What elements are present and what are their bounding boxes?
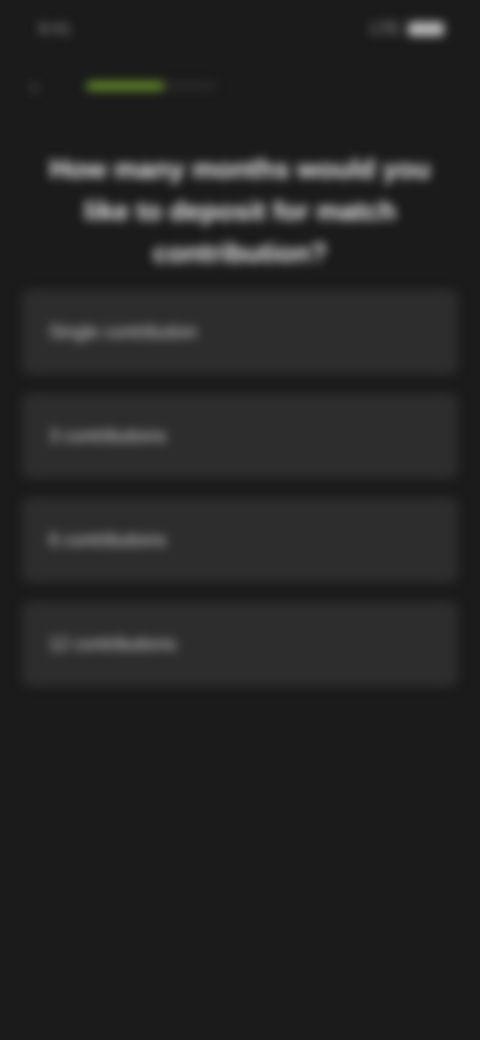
time-label: 9:41 [38, 19, 72, 38]
question-title: How many months would you like to deposi… [49, 154, 431, 268]
back-arrow-icon[interactable]: ‹ [30, 71, 56, 102]
option-button[interactable]: 3 contributions [22, 394, 458, 478]
status-bar: 9:41 LTE [0, 0, 480, 58]
header: ‹ [30, 66, 450, 106]
option-label: 12 contributions [49, 633, 177, 654]
battery-icon [408, 22, 444, 36]
option-label: 6 contributions [49, 529, 167, 550]
status-left: 9:41 [38, 19, 71, 39]
progress-bar [86, 82, 216, 90]
option-button[interactable]: 12 contributions [22, 602, 458, 686]
screen: 9:41 LTE ‹ How many months would you lik… [0, 0, 480, 1040]
progress-fill [86, 82, 164, 90]
option-button[interactable]: 6 contributions [22, 498, 458, 582]
status-right: LTE [370, 19, 444, 39]
network-label: LTE [370, 19, 400, 38]
option-button[interactable]: Single contribution [22, 290, 458, 374]
option-label: 3 contributions [49, 425, 167, 446]
option-label: Single contribution [49, 321, 198, 342]
options-list: Single contribution 3 contributions 6 co… [22, 290, 458, 686]
